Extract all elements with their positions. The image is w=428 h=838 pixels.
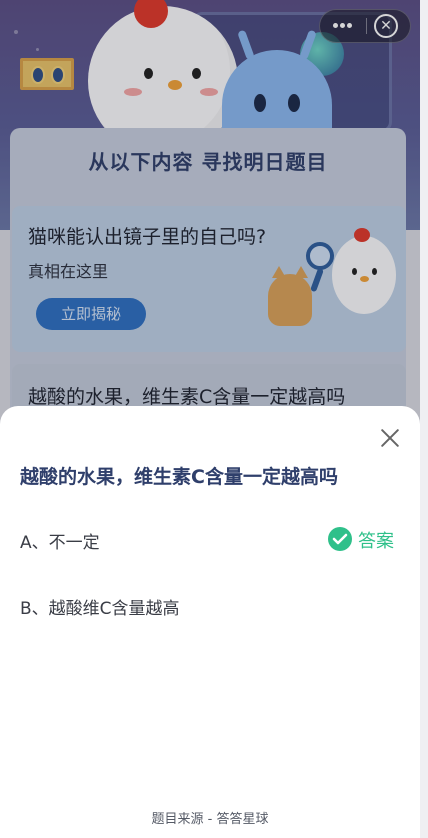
option-label: B、越酸维C含量越高 [20,599,180,619]
answer-label: 答案 [358,531,394,552]
option-a[interactable]: A、不一定 答案 [0,514,420,564]
edge-strip [420,0,428,838]
sheet-question-title: 越酸的水果，维生素C含量一定越高吗 [20,466,338,488]
check-circle-icon [328,527,352,551]
answer-sheet: 越酸的水果，维生素C含量一定越高吗 A、不一定 答案 B、越酸维C含量越高 题目… [0,406,420,838]
app-stage: ✕ 从以下内容 寻找明日题目 猫咪能认出镜子里的自己吗? 真相在这里 立即揭秘 … [0,0,420,838]
close-icon[interactable] [378,426,402,450]
option-b[interactable]: B、越酸维C含量越高 [0,580,420,630]
footer-source: 题目来源 - 答答星球 [151,812,269,827]
option-label: A、不一定 [20,533,100,553]
